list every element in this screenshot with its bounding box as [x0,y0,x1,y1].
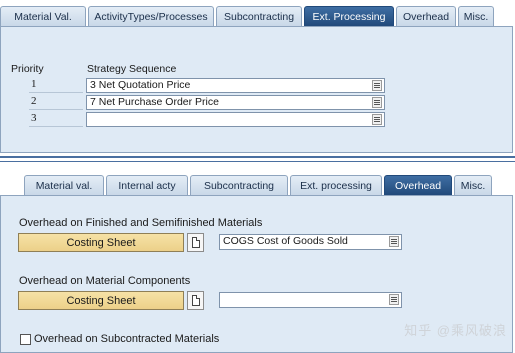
finished-costing-sheet-field[interactable]: COGS Cost of Goods Sold [219,234,402,250]
tab-ext-processing[interactable]: Ext. processing [290,175,382,195]
priority-1: 1 [29,78,83,93]
screenshot-separator [0,156,515,162]
strategy-field-1-value: 3 Net Quotation Price [90,79,191,91]
valuation-strategy-panel: Priority Strategy Sequence 1 3 Net Quota… [0,26,513,153]
priority-2: 2 [29,95,83,110]
costing-sheet-button-components[interactable]: Costing Sheet [18,291,184,310]
value-help-icon[interactable] [372,80,382,91]
tab-misc[interactable]: Misc. [454,175,492,195]
tab-overhead[interactable]: Overhead [384,175,452,195]
tab-ext-processing[interactable]: Ext. Processing [304,6,394,26]
document-icon[interactable] [187,233,204,252]
document-icon[interactable] [187,291,204,310]
value-help-icon[interactable] [372,97,382,108]
material-components-title: Overhead on Material Components [19,275,191,287]
strategy-field-2[interactable]: 7 Net Purchase Order Price [86,95,385,110]
bottom-tab-strip: Material val. Internal acty Subcontracti… [24,175,494,195]
strategy-field-3[interactable] [86,112,385,127]
tab-subcontracting[interactable]: Subcontracting [216,6,302,26]
tab-material-val[interactable]: Material val. [24,175,104,195]
finished-costing-sheet-value: COGS Cost of Goods Sold [223,235,348,247]
value-help-icon[interactable] [389,294,399,305]
tab-misc[interactable]: Misc. [458,6,494,26]
value-help-icon[interactable] [372,114,382,125]
tab-internal-acty[interactable]: Internal acty [106,175,188,195]
finished-materials-title: Overhead on Finished and Semifinished Ma… [19,217,263,229]
top-tab-strip: Material Val. ActivityTypes/Processes Su… [0,6,496,26]
strategy-field-2-value: 7 Net Purchase Order Price [90,96,219,108]
tab-activity-types-processes[interactable]: ActivityTypes/Processes [88,6,214,26]
watermark: 知乎 @乘风破浪 [404,323,507,338]
subcontracted-overhead-checkbox[interactable] [20,334,31,345]
priority-3: 3 [29,112,83,127]
costing-sheet-button[interactable]: Costing Sheet [18,233,184,252]
value-help-icon[interactable] [389,236,399,247]
components-costing-sheet-field[interactable] [219,292,402,308]
subcontracted-overhead-label: Overhead on Subcontracted Materials [34,333,220,345]
tab-overhead[interactable]: Overhead [396,6,456,26]
strategy-field-1[interactable]: 3 Net Quotation Price [86,78,385,93]
tab-material-val[interactable]: Material Val. [0,6,86,26]
tab-subcontracting[interactable]: Subcontracting [190,175,288,195]
strategy-sequence-header: Strategy Sequence [87,63,177,75]
priority-header: Priority [11,63,44,75]
